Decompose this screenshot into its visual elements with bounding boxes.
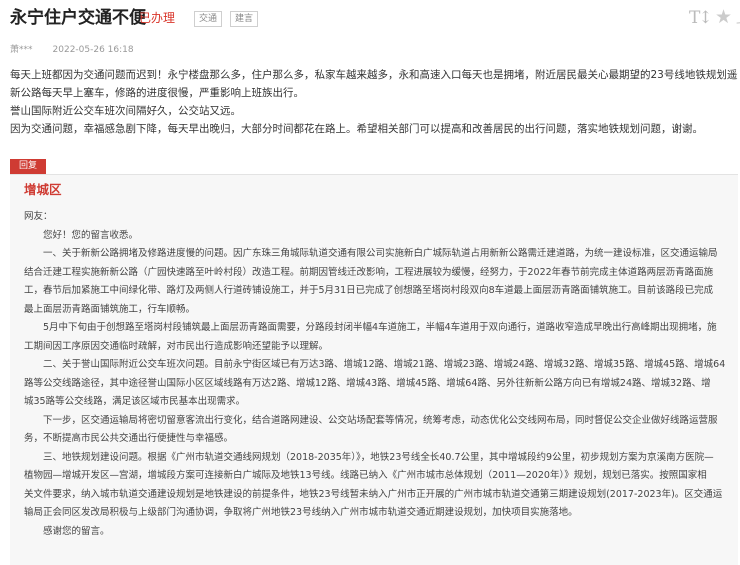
reply-line: 路等公交线路途径，其中途径誉山国际小区区域线路有万达2路、增城12路、增城43路…: [24, 377, 711, 389]
header: 永宁住户交通不便 已办理 交通 建言 T↕ ★ ⤴: [10, 6, 740, 32]
reply-line: 工期间因工序原因交通临时疏解，对市民出行造成影响还望能予以理解。: [24, 340, 329, 352]
reply-line: 您好！您的留言收悉。: [24, 229, 139, 241]
reply-badge: 回复: [10, 159, 46, 174]
reply-line: 二、关于誉山国际附近公交车班次问题。目前永宁街区域已有万达3路、增城12路、增城…: [24, 359, 726, 370]
tag-traffic[interactable]: 交通: [194, 11, 223, 27]
reply-line: 三、地铁规划建设问题。根据《广州市轨道交通线网规划（2018-2035年）》，地…: [24, 451, 714, 463]
post-content: 每天上班都因为交通问题而迟到！永宁楼盘那么多，住户那么多，私家车越来越多，永和高…: [10, 66, 738, 138]
reply-content: 网友： 您好！您的留言收悉。 一、关于新新公路拥堵及修路进度慢的问题。因广东珠三…: [24, 208, 736, 541]
post-date: 2022-05-26 16:18: [52, 45, 134, 55]
reply-line: 最上面层沥青路面铺筑施工，行车顺畅。: [24, 303, 196, 315]
reply-line: 结合迁建工程实施新新公路（广园快速路至叶岭村段）改造工程。前期因管线迁改影响，工…: [24, 266, 714, 278]
reply-line: 5月中下旬由于创想路至塔岗村段铺筑最上面层沥青路面需要，分路段封闭半幅4车道施工…: [24, 322, 717, 333]
reply-line: 城35路等公交线路，满足该区域市民基本出现需求。: [24, 396, 246, 407]
post-line: 誉山国际附近公交车班次间隔好久，公交站又远。: [10, 105, 241, 117]
reply-line: 输局正会同区发改局积极与上级部门沟通协调，争取将广州地铁23号线纳入广州市城市轨…: [24, 507, 578, 518]
page-title: 永宁住户交通不便: [10, 8, 146, 28]
author-name: 萧***: [10, 45, 33, 55]
post-line: 因为交通问题，幸福感急剧下降，每天早出晚归，大部分时间都花在路上。希望相关部门可…: [10, 123, 703, 135]
post-line: 每天上班都因为交通问题而迟到！永宁楼盘那么多，住户那么多，私家车越来越多，永和高…: [10, 69, 738, 81]
reply-box: 增城区 网友： 您好！您的留言收悉。 一、关于新新公路拥堵及修路进度慢的问题。因…: [10, 174, 738, 565]
font-size-icon[interactable]: T↕: [689, 8, 713, 28]
reply-line: 网友：: [24, 211, 53, 222]
reply-line: 植物园—增城开发区—宫湖，增城段方案可连接新白广城际及地铁13号线。线路已纳入《…: [24, 470, 707, 481]
share-icon[interactable]: ⤴: [736, 7, 740, 27]
reply-line: 感谢您的留言。: [24, 525, 110, 537]
star-icon[interactable]: ★: [715, 6, 732, 28]
post-line: 新公路每天早上塞车，修路的进度很慢，严重影响上班族出行。: [10, 87, 304, 99]
reply-department: 增城区: [24, 182, 62, 197]
status-badge: 已办理: [139, 11, 176, 25]
reply-line: 务，不断提高市民公共交通出行便捷性与幸福感。: [24, 433, 234, 444]
post-meta: 萧*** 2022-05-26 16:18: [10, 44, 134, 56]
reply-line: 关文件要求，纳入城市轨道交通建设规划是地铁建设的前提条件，地铁23号线暂未纳入广…: [24, 488, 723, 500]
reply-line: 下一步，区交通运输局将密切留意客流出行变化，结合道路网建设、公交站场配套等情况，…: [24, 414, 718, 426]
reply-line: 一、关于新新公路拥堵及修路进度慢的问题。因广东珠三角城际轨道交通有限公司实施新白…: [24, 248, 718, 259]
tag-suggestion[interactable]: 建言: [230, 11, 259, 27]
reply-line: 工，春节后加紧施工中间绿化带、路灯及两侧人行道砖铺设施工，并于5月31日已完成了…: [24, 285, 714, 296]
